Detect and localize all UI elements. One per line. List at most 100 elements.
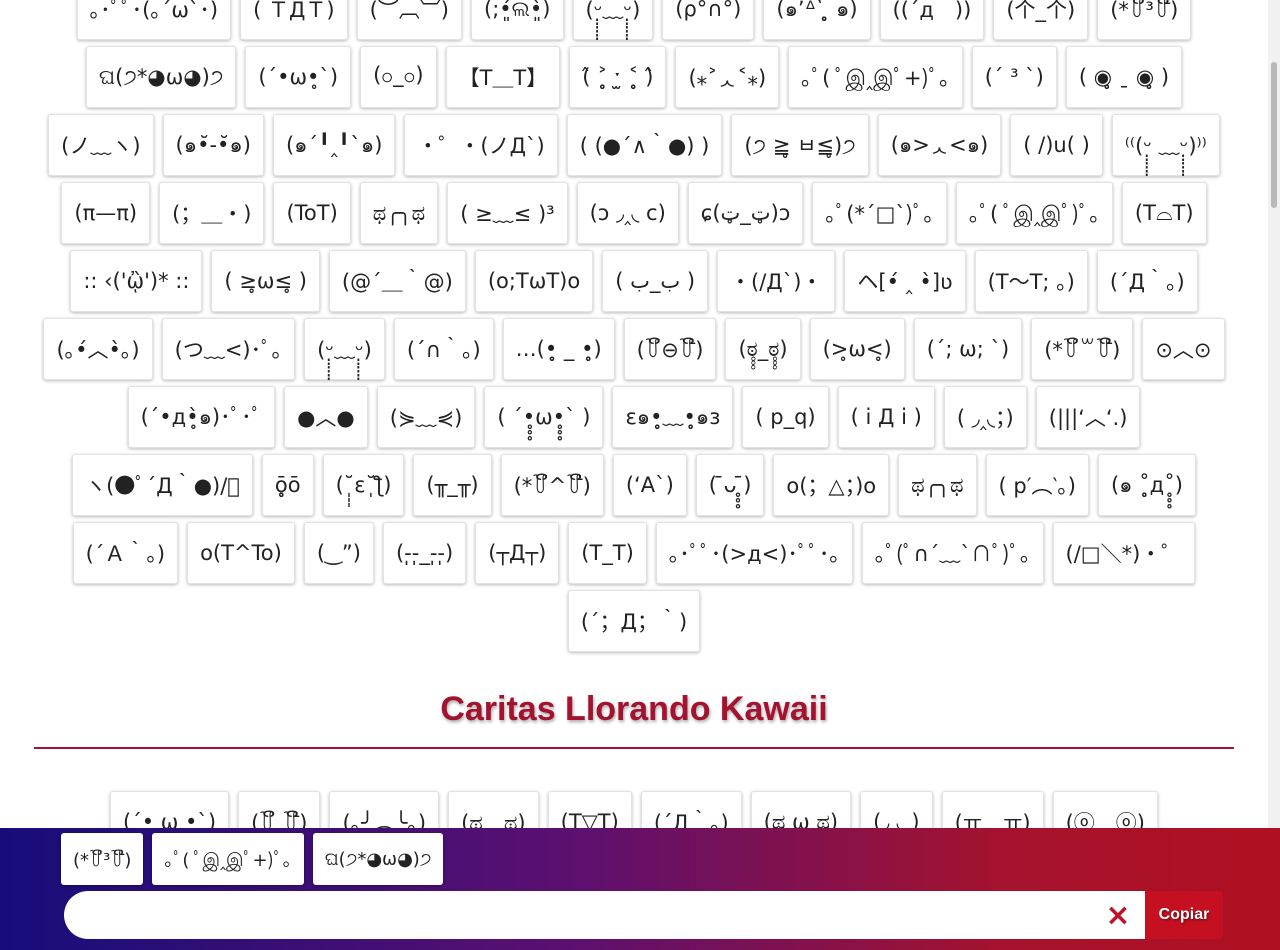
face-button[interactable]: (´Ａ｀。)	[72, 522, 179, 584]
face-button[interactable]: ( ̄ᴗ ̥̥̥̄)	[695, 454, 765, 516]
face-button[interactable]: (‿”)	[303, 522, 374, 584]
face-button[interactable]: ( i Д i )	[837, 386, 935, 448]
face-button[interactable]: (꒦ິ⊖꒦ີ)	[623, 318, 717, 380]
copy-button[interactable]: Copiar	[1145, 891, 1223, 939]
face-button[interactable]: (︶︹︺)	[356, 0, 462, 40]
face-button[interactable]: (｡•́︿•̀｡)	[43, 318, 153, 380]
face-button[interactable]: ((´д｀))	[879, 0, 985, 40]
face-button[interactable]: (-̩̩-̩̩_-̩̩-̩̩)	[382, 522, 467, 584]
face-button[interactable]: ( ≥̥ω≤̥ )	[211, 250, 320, 312]
face-button[interactable]: ｡ﾟ(*´□`)ﾟ｡	[812, 182, 947, 244]
face-button[interactable]: ( ◞‸◟；)	[943, 386, 1027, 448]
face-button[interactable]: (´∩｀。)	[393, 318, 494, 380]
face-button[interactable]: (|||‘︿‘.)	[1035, 386, 1141, 448]
face-button[interactable]: ( ب_ب )	[602, 250, 709, 312]
face-button[interactable]: (๑>ᆺ<๑)	[877, 114, 1002, 176]
face-button[interactable]: ・(/Д`)・	[717, 250, 836, 312]
face-button[interactable]: …(•̥̥̥ _ •̥̥̥)	[502, 318, 615, 380]
face-button[interactable]: (T～T; 。)	[974, 250, 1088, 312]
copy-text-input[interactable]	[64, 891, 1154, 939]
face-button[interactable]: ヘ[•́ ‸ •̀]ʋ	[844, 250, 966, 312]
face-button[interactable]: o(；△；)o	[773, 454, 890, 516]
section-divider	[34, 747, 1234, 749]
face-button[interactable]: (੭ ≧̥ ㅂ≦̥)੭	[731, 114, 869, 176]
face-button[interactable]: (´；Д；｀)	[567, 590, 701, 652]
vertical-scrollbar[interactable]	[1268, 0, 1280, 950]
scrollbar-thumb[interactable]	[1271, 62, 1277, 208]
face-button[interactable]: ・゜・(ノД`)	[404, 114, 558, 176]
face-button[interactable]: (╥_╥)	[413, 454, 492, 516]
face-button[interactable]: ｡･ﾟﾟ･(>д<)･ﾟﾟ･｡	[655, 522, 853, 584]
face-button[interactable]: (┬Д┬)	[475, 522, 560, 584]
face-button[interactable]: ( /)u( )	[1010, 114, 1103, 176]
face-button[interactable]: (*꒦ິ^꒦ີ)	[500, 454, 604, 516]
face-button[interactable]: ε๑•̥̥̥﹏•̥̥̥๑з	[612, 386, 734, 448]
face-button[interactable]: (´Д｀。)	[1096, 250, 1198, 312]
face-button[interactable]: ō̥̥̥̥ō	[261, 454, 314, 516]
face-button[interactable]: (*꒦ິ³꒦ີ)	[1097, 0, 1192, 40]
face-button[interactable]: (ᵕ̣̣̣̣̣̣﹏ᵕ̣̣̣̣̣̣)	[304, 318, 385, 380]
face-button[interactable]: (๑•̆-•̆๑)	[162, 114, 264, 176]
face-button[interactable]: (´ ³ `)	[971, 46, 1057, 108]
face-button[interactable]: ｡ﾟ( ﾟஇ‸இﾟ+)ﾟ｡	[788, 46, 963, 108]
face-button[interactable]: (ᵕ̣̣̣̣̣̣﹏ᵕ̣̣̣̣̣̣)	[572, 0, 654, 40]
recent-face-chip[interactable]: ｡ﾟ( ﾟஇ‸இﾟ+)ﾟ｡	[152, 833, 304, 885]
face-button[interactable]: ( p′︵‵。)	[985, 454, 1089, 516]
face-button[interactable]: (´•ω•̥`)	[245, 46, 352, 108]
face-button[interactable]: ヽ(●ﾟ´Д｀●)/ﾟ	[72, 454, 253, 516]
face-button[interactable]: (π—π)	[61, 182, 151, 244]
clear-icon[interactable]: ×	[1100, 891, 1136, 939]
page-viewport: ｡･ﾟﾟ･(｡´ω`･)( ＴДＴ) (︶︹︺) (;•͈́ଲ•͈̀) (ᵕ̣̣̣̣̣…	[0, 0, 1268, 950]
face-button[interactable]: ｡ﾟ( ﾟஇ‸இﾟ)ﾟ｡	[955, 182, 1113, 244]
face-button[interactable]: (ɔ ◞‸◟ c)	[576, 182, 679, 244]
face-button[interactable]: (o;TωT)o	[474, 250, 594, 312]
face-button[interactable]: (ToT)	[273, 182, 351, 244]
face-button[interactable]: ｡ﾟ(ﾟ∩´﹏`∩ﾟ)ﾟ｡	[861, 522, 1044, 584]
face-button[interactable]: (T_T)	[568, 522, 647, 584]
copy-bar: (*꒦ິ³꒦ີ) ｡ﾟ( ﾟஇ‸இﾟ+)ﾟ｡ ଘ(੭*◕ω◕)੭ × Copia…	[0, 828, 1280, 950]
face-button[interactable]: (个_个)	[993, 0, 1089, 40]
face-button[interactable]: 【T＿T】	[445, 46, 561, 108]
face-button[interactable]: ⁽⁽(ᵕ̣̣̣̣̣̣ ﹏ᵕ̣̣̣̣̣̣)⁾⁾	[1111, 114, 1220, 176]
face-button[interactable]: (´; ω; `)	[913, 318, 1023, 380]
face-button[interactable]: ଘ(੭*◕ω◕)੭	[85, 46, 237, 108]
face-button[interactable]: ●︿●	[284, 386, 368, 448]
face-button[interactable]: (̂ ˃̥̥̥ ˑ̫ ˂̥̥̥ )̂	[569, 46, 667, 108]
face-button[interactable]: (*꒦ິ꒳꒦ີ)	[1031, 318, 1134, 380]
face-button[interactable]: (๑´╹‸╹`๑)	[272, 114, 396, 176]
face-button[interactable]: ಥ╭╮ಥ	[898, 454, 977, 516]
face-button[interactable]: ( ＴДＴ)	[240, 0, 348, 40]
face-button[interactable]: :: ‹('ᾢ')* ::	[70, 250, 203, 312]
face-button[interactable]: (/□＼*)・゜	[1052, 522, 1196, 584]
face-button[interactable]: (´•д•̥̀๑)･ﾟ･ﾟ	[127, 386, 276, 448]
face-button[interactable]: (⋟﹏⋞)	[376, 386, 476, 448]
recent-faces: (*꒦ິ³꒦ີ) ｡ﾟ( ﾟஇ‸இﾟ+)ﾟ｡ ଘ(੭*◕ω◕)੭	[61, 833, 444, 885]
recent-face-chip[interactable]: ଘ(੭*◕ω◕)੭	[312, 833, 444, 885]
face-button[interactable]: (；＿・)	[159, 182, 265, 244]
face-button[interactable]: (@´＿｀@)	[328, 250, 466, 312]
face-button[interactable]: (つ﹏<)･ﾟ｡	[161, 318, 296, 380]
face-button[interactable]: (;•͈́ଲ•͈̀)	[471, 0, 564, 40]
face-button[interactable]: (>̥ω<̥)	[809, 318, 905, 380]
face-button[interactable]: ( ´•̥̥̥ω•̥̥̥` )	[484, 386, 604, 448]
face-button[interactable]: (ဝ_ဝ)	[360, 46, 437, 108]
face-button[interactable]: o(T^To)	[187, 522, 295, 584]
face-button[interactable]: ( p_q)	[742, 386, 829, 448]
recent-face-chip[interactable]: (*꒦ິ³꒦ີ)	[61, 833, 144, 885]
face-button[interactable]: (⁎˃ᆺ˂⁎)	[675, 46, 780, 108]
face-button[interactable]: ( ≥﹏≤ )³	[447, 182, 568, 244]
face-button[interactable]: (T⌓T)	[1121, 182, 1207, 244]
face-button[interactable]: (˘̩̩̩ε˘̩ƪ)	[322, 454, 405, 516]
face-button[interactable]: ɕ(ټ_ټ)ɔ	[687, 182, 804, 244]
face-button[interactable]: ಥ╭╮ಥ	[359, 182, 439, 244]
face-button[interactable]: (‘A`)	[612, 454, 687, 516]
face-button[interactable]: (ノ﹏ヽ)	[48, 114, 154, 176]
face-button[interactable]: ( (●´∧｀●) )	[566, 114, 723, 176]
face-button[interactable]: (ಠ̥̥̥_ಠ̥̥̥)	[725, 318, 801, 380]
face-button[interactable]: (๑ ˚̥̥̥д˚̥̥̥)	[1097, 454, 1196, 516]
face-button[interactable]: ⊙︿⊙	[1142, 318, 1225, 380]
face-button[interactable]: ｡･ﾟﾟ･(｡´ω`･)	[76, 0, 232, 40]
face-button[interactable]: (๑ʼᐞʽ ̥̥̥̥̥̥̥ ๑)	[763, 0, 871, 40]
face-button[interactable]: ( ◉̥̥̥ ˍ ◉̥̥̥ )	[1065, 46, 1183, 108]
face-button[interactable]: (ρ°∩°)	[662, 0, 755, 40]
